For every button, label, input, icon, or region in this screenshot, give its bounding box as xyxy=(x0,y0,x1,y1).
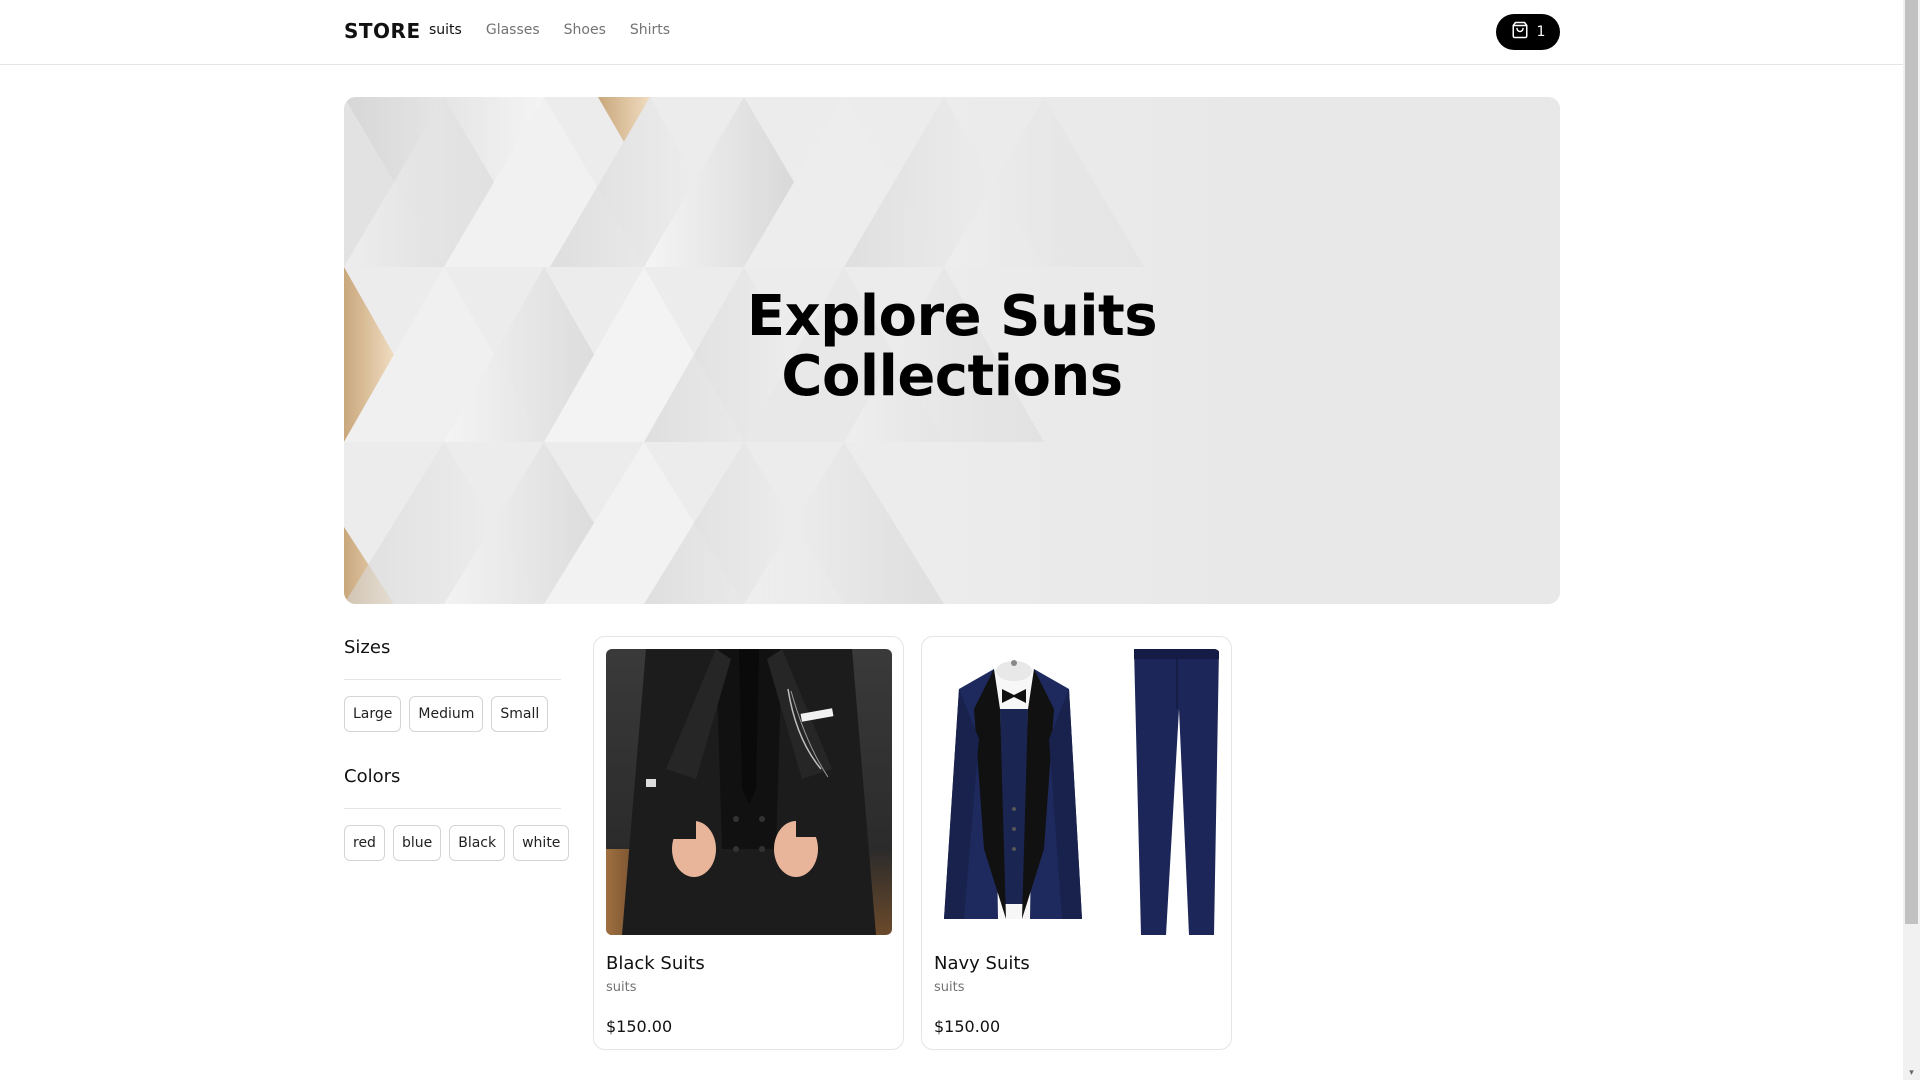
color-option-black[interactable]: Black xyxy=(449,825,506,861)
divider xyxy=(344,808,561,809)
shopping-bag-icon xyxy=(1511,21,1529,43)
product-card[interactable]: Black Suits suits $150.00 xyxy=(593,636,904,1050)
color-option-blue[interactable]: blue xyxy=(392,825,442,861)
size-options: Large Medium Small xyxy=(344,696,561,732)
size-option-large[interactable]: Large xyxy=(344,696,402,732)
product-name[interactable]: Black Suits xyxy=(606,953,705,974)
product-image-navy-suit[interactable] xyxy=(934,649,1220,935)
scrollbar-thumb[interactable] xyxy=(1905,0,1918,924)
product-price: $150.00 xyxy=(934,1017,1001,1036)
sizes-heading: Sizes xyxy=(344,637,391,658)
product-category: suits xyxy=(606,980,637,995)
hero-title-line-1: Explore Suits xyxy=(746,284,1158,349)
nav-item-shirts[interactable]: Shirts xyxy=(630,22,670,38)
product-category: suits xyxy=(934,980,965,995)
color-options: red blue Black white xyxy=(344,825,570,861)
page: STORE suits Glasses Shoes Shirts 1 Explo… xyxy=(0,0,1903,1080)
store-logo[interactable]: STORE xyxy=(344,19,421,43)
color-option-red[interactable]: red xyxy=(344,825,385,861)
hero-title: Explore Suits Collections xyxy=(344,287,1560,407)
colors-heading: Colors xyxy=(344,766,401,787)
filters-sidebar: Sizes Large Medium Small Colors red blue… xyxy=(344,637,570,861)
hero-title-line-2: Collections xyxy=(781,344,1123,409)
cart-button[interactable]: 1 xyxy=(1496,14,1560,50)
vertical-scrollbar[interactable]: ▾ xyxy=(1903,0,1920,1080)
category-nav: suits Glasses Shoes Shirts xyxy=(429,22,670,38)
top-navbar: STORE suits Glasses Shoes Shirts 1 xyxy=(0,0,1903,65)
sizes-filter: Sizes Large Medium Small xyxy=(344,637,561,732)
nav-item-glasses[interactable]: Glasses xyxy=(486,22,540,38)
scroll-down-arrow-icon[interactable]: ▾ xyxy=(1907,1069,1916,1078)
size-option-medium[interactable]: Medium xyxy=(409,696,484,732)
cart-count: 1 xyxy=(1536,24,1546,40)
hero-banner: Explore Suits Collections xyxy=(344,97,1560,604)
product-image-black-suit[interactable] xyxy=(606,649,892,935)
nav-item-suits[interactable]: suits xyxy=(429,22,462,38)
product-price: $150.00 xyxy=(606,1017,673,1036)
product-name[interactable]: Navy Suits xyxy=(934,953,1030,974)
size-option-small[interactable]: Small xyxy=(491,696,549,732)
product-card[interactable]: Navy Suits suits $150.00 xyxy=(921,636,1232,1050)
nav-item-shoes[interactable]: Shoes xyxy=(564,22,606,38)
color-option-white[interactable]: white xyxy=(513,825,570,861)
divider xyxy=(344,679,561,680)
colors-filter: Colors red blue Black white xyxy=(344,766,570,861)
